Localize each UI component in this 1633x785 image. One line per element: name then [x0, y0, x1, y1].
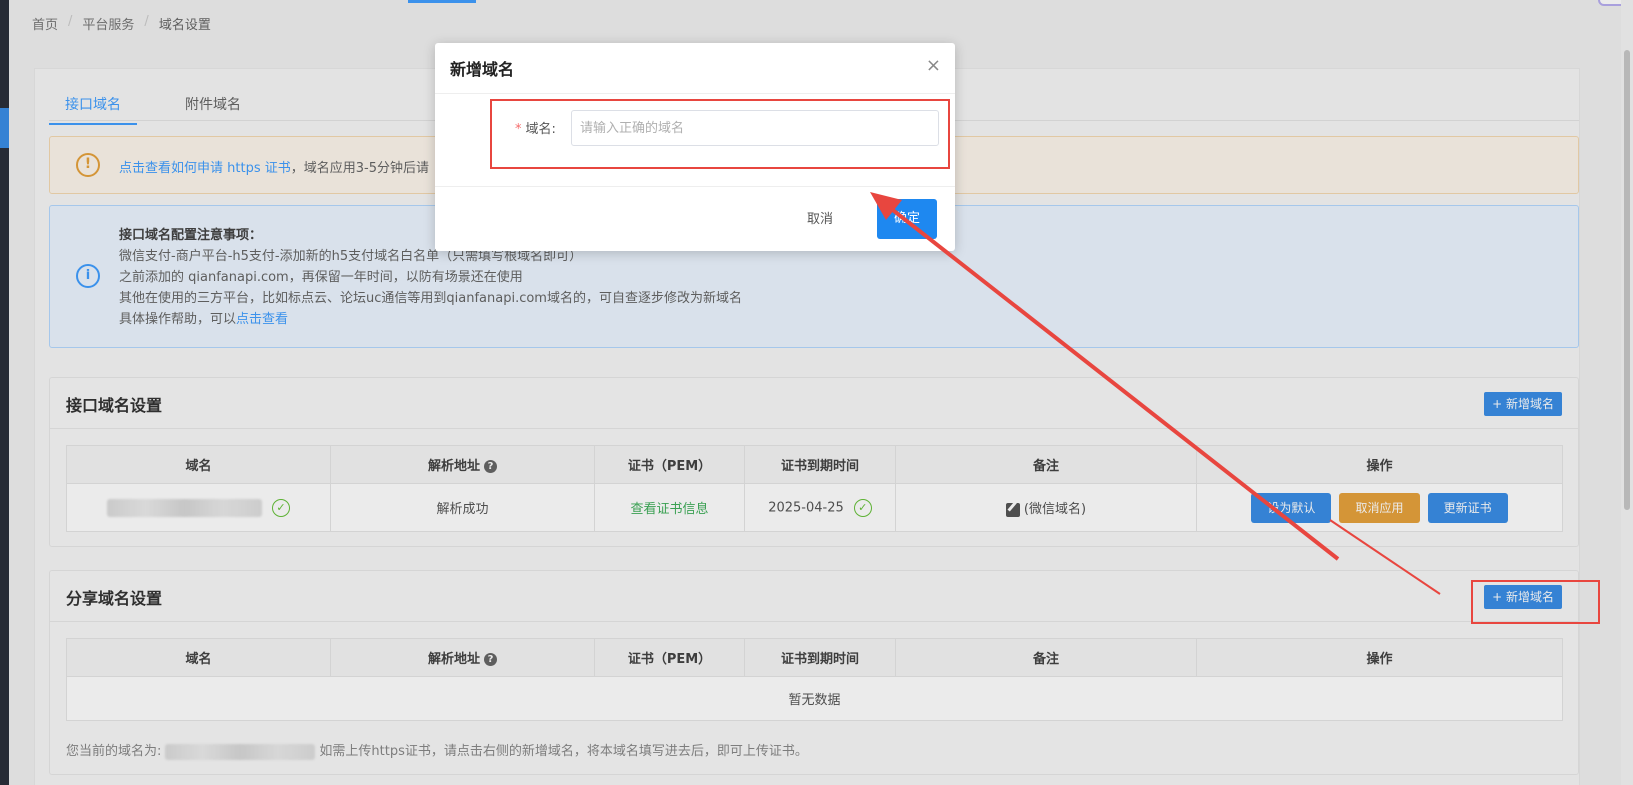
dialog-title: 新增域名 — [450, 60, 515, 79]
dialog-footer-divider — [435, 186, 955, 187]
close-icon[interactable]: × — [926, 57, 941, 75]
annotation-highlight-input — [490, 99, 950, 169]
cancel-button[interactable]: 取消 — [807, 208, 833, 227]
dialog-header-divider — [435, 93, 955, 94]
confirm-button[interactable]: 确定 — [877, 199, 937, 239]
annotation-highlight-add-button — [1471, 580, 1600, 624]
